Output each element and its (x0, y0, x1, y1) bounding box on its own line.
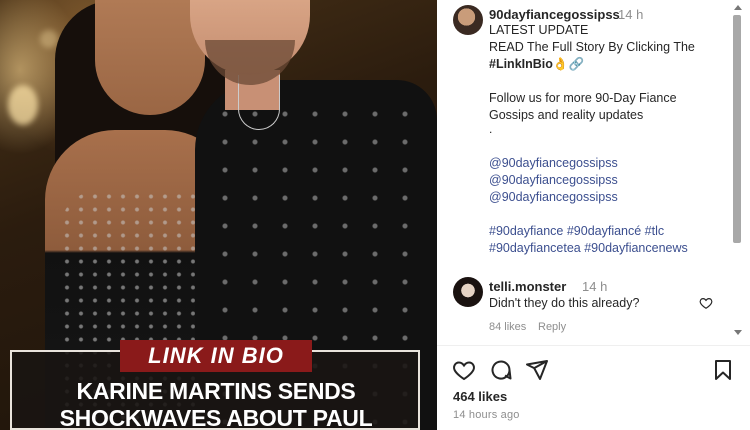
headline-text: KARINE MARTINS SENDS SHOCKWAVES ABOUT PA… (16, 378, 416, 430)
light-bokeh (8, 85, 38, 125)
scroll-down-arrow[interactable] (734, 330, 742, 335)
headline-line-2: SHOCKWAVES ABOUT PAUL (59, 405, 373, 430)
caption-dot: . (489, 122, 493, 136)
hashtags-line[interactable]: #90dayfiancetea #90dayfiancenews (489, 241, 688, 255)
post-image[interactable]: LINK IN BIO KARINE MARTINS SENDS SHOCKWA… (0, 0, 437, 430)
scrollbar-thumb[interactable] (733, 15, 741, 243)
caption-line: Gossips and reality updates (489, 108, 644, 122)
comment-icon[interactable] (489, 358, 513, 382)
light-bokeh (40, 30, 58, 48)
heart-icon[interactable] (699, 296, 713, 310)
author-avatar[interactable] (453, 5, 483, 35)
caption-line: Follow us for more 90-Day Fiance (489, 91, 677, 105)
caption-line: READ The Full Story By Clicking The (489, 40, 695, 54)
post-age: 14 hours ago (453, 409, 520, 421)
post-timestamp[interactable]: 14 h (618, 7, 643, 22)
comment-likes[interactable]: 84 likes (489, 321, 526, 333)
mention-link[interactable]: @90dayfiancegossipss (489, 156, 618, 170)
commenter-avatar[interactable] (453, 277, 483, 307)
emoji: 👌🔗 (552, 57, 585, 71)
post-username[interactable]: 90dayfiancegossipss (489, 7, 620, 22)
comment-text: Didn't they do this already? (489, 296, 640, 310)
mention-link[interactable]: @90dayfiancegossipss (489, 173, 618, 187)
likes-count[interactable]: 464 likes (453, 389, 507, 404)
share-icon[interactable] (525, 358, 549, 382)
caption-line: LATEST UPDATE (489, 23, 589, 37)
scroll-up-arrow[interactable] (734, 5, 742, 10)
comments-panel: 90dayfiancegossipss 14 h LATEST UPDATE R… (437, 0, 750, 430)
divider (437, 345, 750, 346)
link-in-bio-label: LINK IN BIO (120, 340, 312, 372)
heart-icon[interactable] (452, 358, 476, 382)
comment-timestamp: 14 h (582, 279, 608, 294)
comment-username[interactable]: telli.monster (489, 279, 566, 294)
reply-button[interactable]: Reply (538, 321, 566, 333)
headline-line-1: KARINE MARTINS SENDS (76, 378, 356, 404)
mention-link[interactable]: @90dayfiancegossipss (489, 190, 618, 204)
link-in-bio-hashtag[interactable]: #LinkInBio (489, 57, 553, 71)
hashtags-line[interactable]: #90dayfiance #90dayfiancé #tlc (489, 224, 664, 238)
bookmark-icon[interactable] (711, 358, 735, 382)
woman-face (95, 0, 205, 115)
caption-line: #LinkInBio👌🔗 (489, 57, 584, 72)
